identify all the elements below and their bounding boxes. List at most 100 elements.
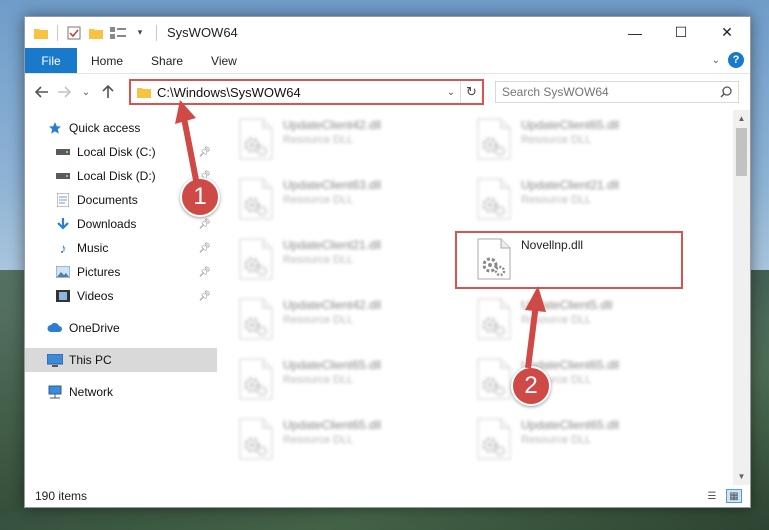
title-bar: ▾ SysWOW64 — ☐ ✕	[25, 17, 750, 48]
file-item[interactable]: UpdateClient21.dll Resource DLL	[477, 170, 715, 230]
tab-file[interactable]: File	[25, 48, 77, 73]
callout-2: 2	[511, 366, 551, 406]
sidebar-item-this-pc[interactable]: This PC	[25, 348, 217, 372]
up-button[interactable]	[97, 81, 119, 103]
dll-file-icon	[239, 118, 273, 160]
file-item[interactable]: UpdateClient42.dll Resource DLL	[239, 110, 477, 170]
view-switcher: ☰ ▦	[704, 489, 742, 503]
file-item[interactable]: UpdateClient65.dll Resource DLL	[477, 110, 715, 170]
tab-view[interactable]: View	[197, 48, 251, 73]
file-text: UpdateClient65.dll Resource DLL	[521, 418, 619, 446]
pin-icon[interactable]: 📌︎	[198, 267, 211, 278]
file-item[interactable]: UpdateClient65.dll Resource DLL	[239, 350, 477, 410]
file-type: Resource DLL	[283, 254, 354, 266]
file-text: UpdateClient65.dll Resource DLL	[521, 118, 619, 146]
dll-file-icon	[477, 358, 511, 400]
file-type: Resource DLL	[283, 134, 354, 146]
minimize-button[interactable]: —	[612, 17, 658, 48]
sidebar-item-pictures[interactable]: Pictures 📌︎	[25, 260, 217, 284]
file-text: UpdateClient21.dll Resource DLL	[521, 178, 619, 206]
file-name: UpdateClient42.dll	[283, 298, 382, 312]
dll-file-icon	[239, 298, 273, 340]
sidebar-item-label: Documents	[77, 193, 138, 207]
search-box[interactable]	[495, 81, 739, 103]
pin-icon[interactable]: 📌︎	[198, 219, 211, 230]
file-item[interactable]: UpdateClient21.dll Resource DLL	[239, 230, 477, 290]
navigation-bar: ⌄ C:\Windows\SysWOW64 ⌄ ↻	[25, 74, 750, 110]
documents-icon	[55, 192, 71, 208]
view-options-icon[interactable]	[110, 25, 126, 41]
maximize-button[interactable]: ☐	[658, 17, 704, 48]
chevron-down-icon: ⌄	[81, 86, 91, 98]
large-icons-view-icon[interactable]: ▦	[726, 489, 742, 503]
back-button[interactable]	[31, 81, 53, 103]
file-type: Resource DLL	[521, 194, 592, 206]
file-text: UpdateClient65.dll Resource DLL	[283, 418, 381, 446]
vertical-scrollbar[interactable]: ▲ ▼	[733, 110, 750, 485]
expand-ribbon-icon[interactable]: ⌄	[712, 55, 720, 66]
forward-button[interactable]	[53, 81, 75, 103]
pin-icon[interactable]: 📌︎	[198, 291, 211, 302]
dll-file-icon	[239, 418, 273, 460]
scroll-down-icon[interactable]: ▼	[733, 468, 750, 485]
file-text: UpdateClient21.dll Resource DLL	[283, 238, 381, 266]
sidebar-item-network[interactable]: Network	[25, 380, 217, 404]
tab-home[interactable]: Home	[77, 48, 137, 73]
toolbar-divider	[156, 24, 157, 41]
file-grid: UpdateClient42.dll Resource DLL UpdateClie…	[239, 110, 715, 470]
forward-arrow-icon	[58, 86, 71, 98]
file-type: Resource DLL	[283, 194, 354, 206]
file-name: UpdateClient21.dll	[283, 238, 382, 252]
pin-icon[interactable]: 📌︎	[198, 243, 211, 254]
dll-file-icon	[477, 298, 511, 340]
sidebar-item-label: OneDrive	[69, 321, 120, 335]
file-item[interactable]: UpdateClient42.dll Resource DLL	[239, 290, 477, 350]
toolbar-divider	[57, 24, 58, 41]
search-input[interactable]	[502, 85, 720, 99]
tab-share[interactable]: Share	[137, 48, 197, 73]
sidebar-item-label: Music	[77, 241, 109, 255]
close-button[interactable]: ✕	[704, 17, 750, 48]
file-item[interactable]: UpdateClient65.dll Resource DLL	[477, 410, 715, 470]
sidebar-item-videos[interactable]: Videos 📌︎	[25, 284, 217, 308]
customize-toolbar-icon[interactable]: ▾	[132, 25, 148, 41]
sidebar-item-label: Pictures	[77, 265, 121, 279]
scroll-thumb[interactable]	[736, 128, 747, 176]
videos-icon	[55, 288, 71, 304]
file-name: UpdateClient63.dll	[283, 178, 382, 192]
item-count: 190 items	[35, 489, 88, 503]
details-view-icon[interactable]: ☰	[704, 489, 720, 503]
dll-file-icon	[477, 418, 511, 460]
address-dropdown-icon[interactable]: ⌄	[442, 87, 460, 98]
folder-icon	[33, 25, 49, 41]
sidebar-item-onedrive[interactable]: OneDrive	[25, 316, 217, 340]
music-icon: ♪	[59, 240, 67, 256]
help-icon[interactable]: ?	[728, 52, 744, 68]
dll-file-icon	[239, 238, 273, 280]
file-text: UpdateClient63.dll Resource DLL	[283, 178, 381, 206]
file-item[interactable]: UpdateClient65.dll Resource DLL	[239, 410, 477, 470]
callout-1: 1	[180, 177, 220, 217]
downloads-icon	[55, 216, 71, 232]
file-item[interactable]: UpdateClient63.dll Resource DLL	[239, 170, 477, 230]
sidebar-item-music[interactable]: ♪ Music 📌︎	[25, 236, 217, 260]
sidebar-item-downloads[interactable]: Downloads 📌︎	[25, 212, 217, 236]
sidebar-item-label: This PC	[69, 353, 112, 367]
cloud-icon	[47, 320, 63, 336]
new-folder-icon[interactable]	[88, 25, 104, 41]
back-arrow-icon	[35, 86, 48, 98]
network-icon	[47, 384, 63, 400]
file-text: UpdateClient42.dll Resource DLL	[283, 298, 381, 326]
explorer-content: Quick access Local Disk (C:) 📌︎ Local Di…	[25, 110, 750, 485]
refresh-icon[interactable]: ↻	[460, 81, 482, 103]
sidebar-item-label: Quick access	[69, 121, 141, 135]
dll-file-icon	[239, 358, 273, 400]
recent-locations-button[interactable]: ⌄	[75, 81, 97, 103]
sidebar-item-label: Downloads	[77, 217, 137, 231]
ribbon-tabs: File Home Share View ⌄ ?	[25, 48, 750, 74]
scroll-up-icon[interactable]: ▲	[733, 110, 750, 127]
file-type: Resource DLL	[283, 374, 354, 386]
properties-icon[interactable]	[66, 25, 82, 41]
file-text: UpdateClient65.dll Resource DLL	[283, 358, 381, 386]
